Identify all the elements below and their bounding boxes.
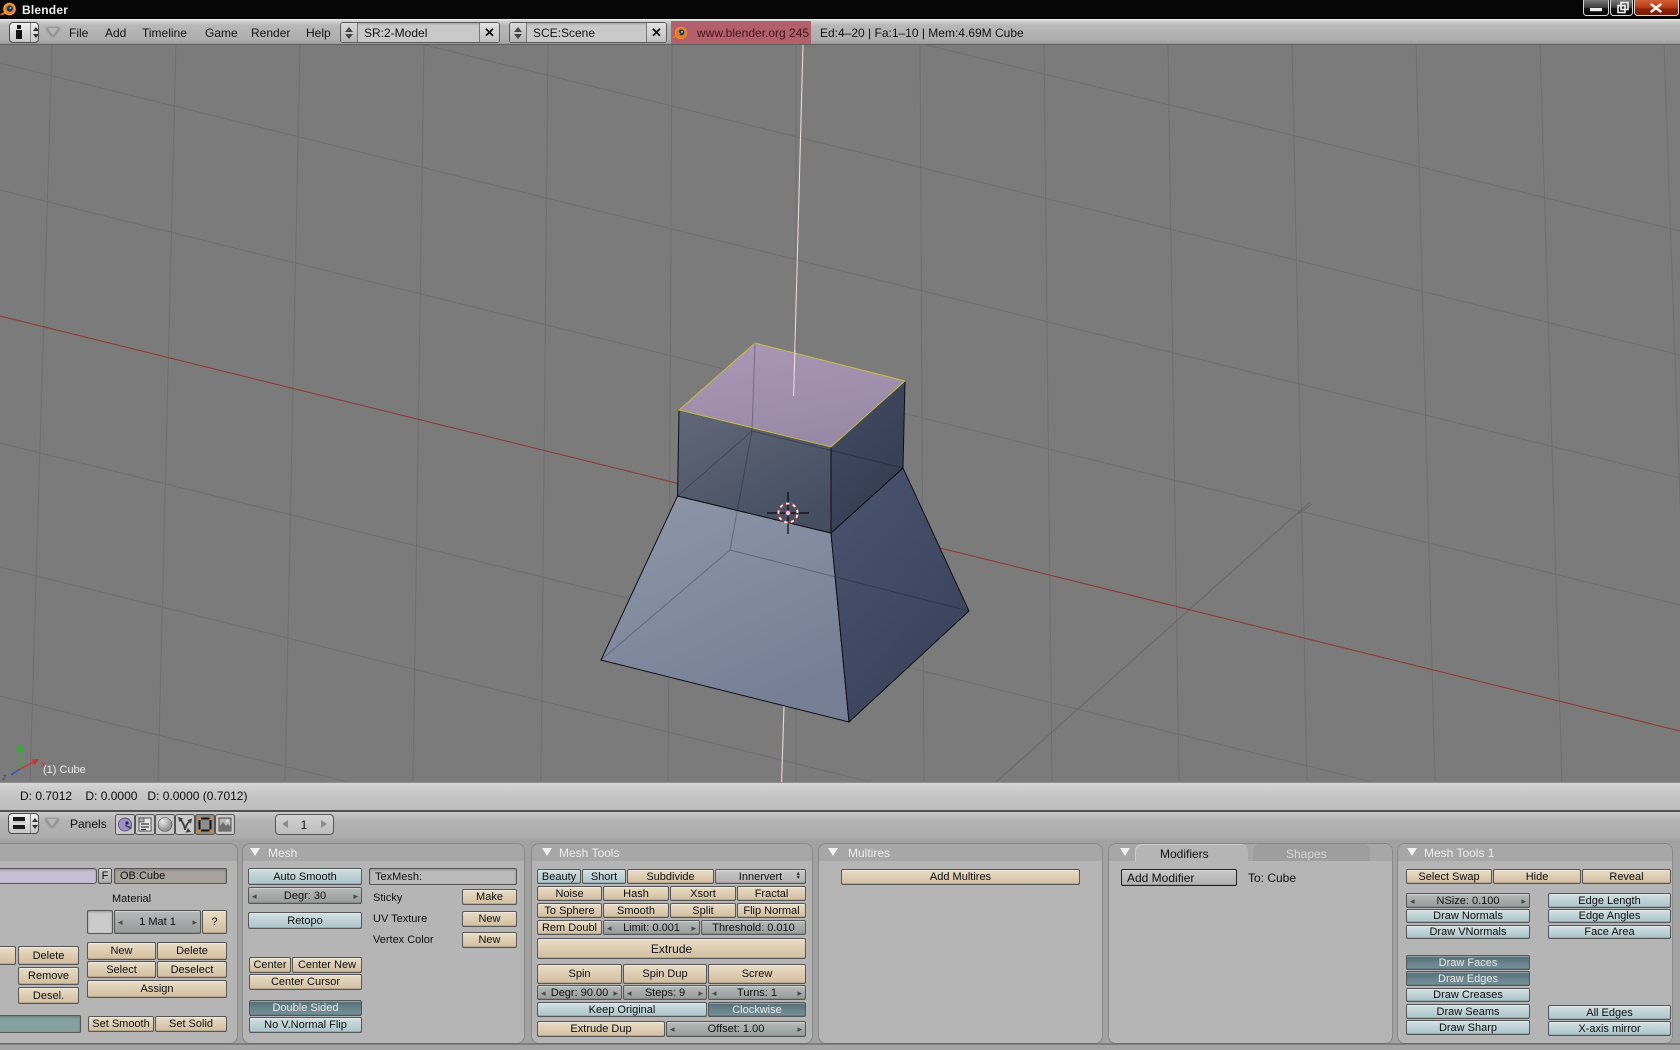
svg-text:z: z [2, 772, 7, 782]
svg-text:(1) Cube: (1) Cube [43, 764, 86, 776]
